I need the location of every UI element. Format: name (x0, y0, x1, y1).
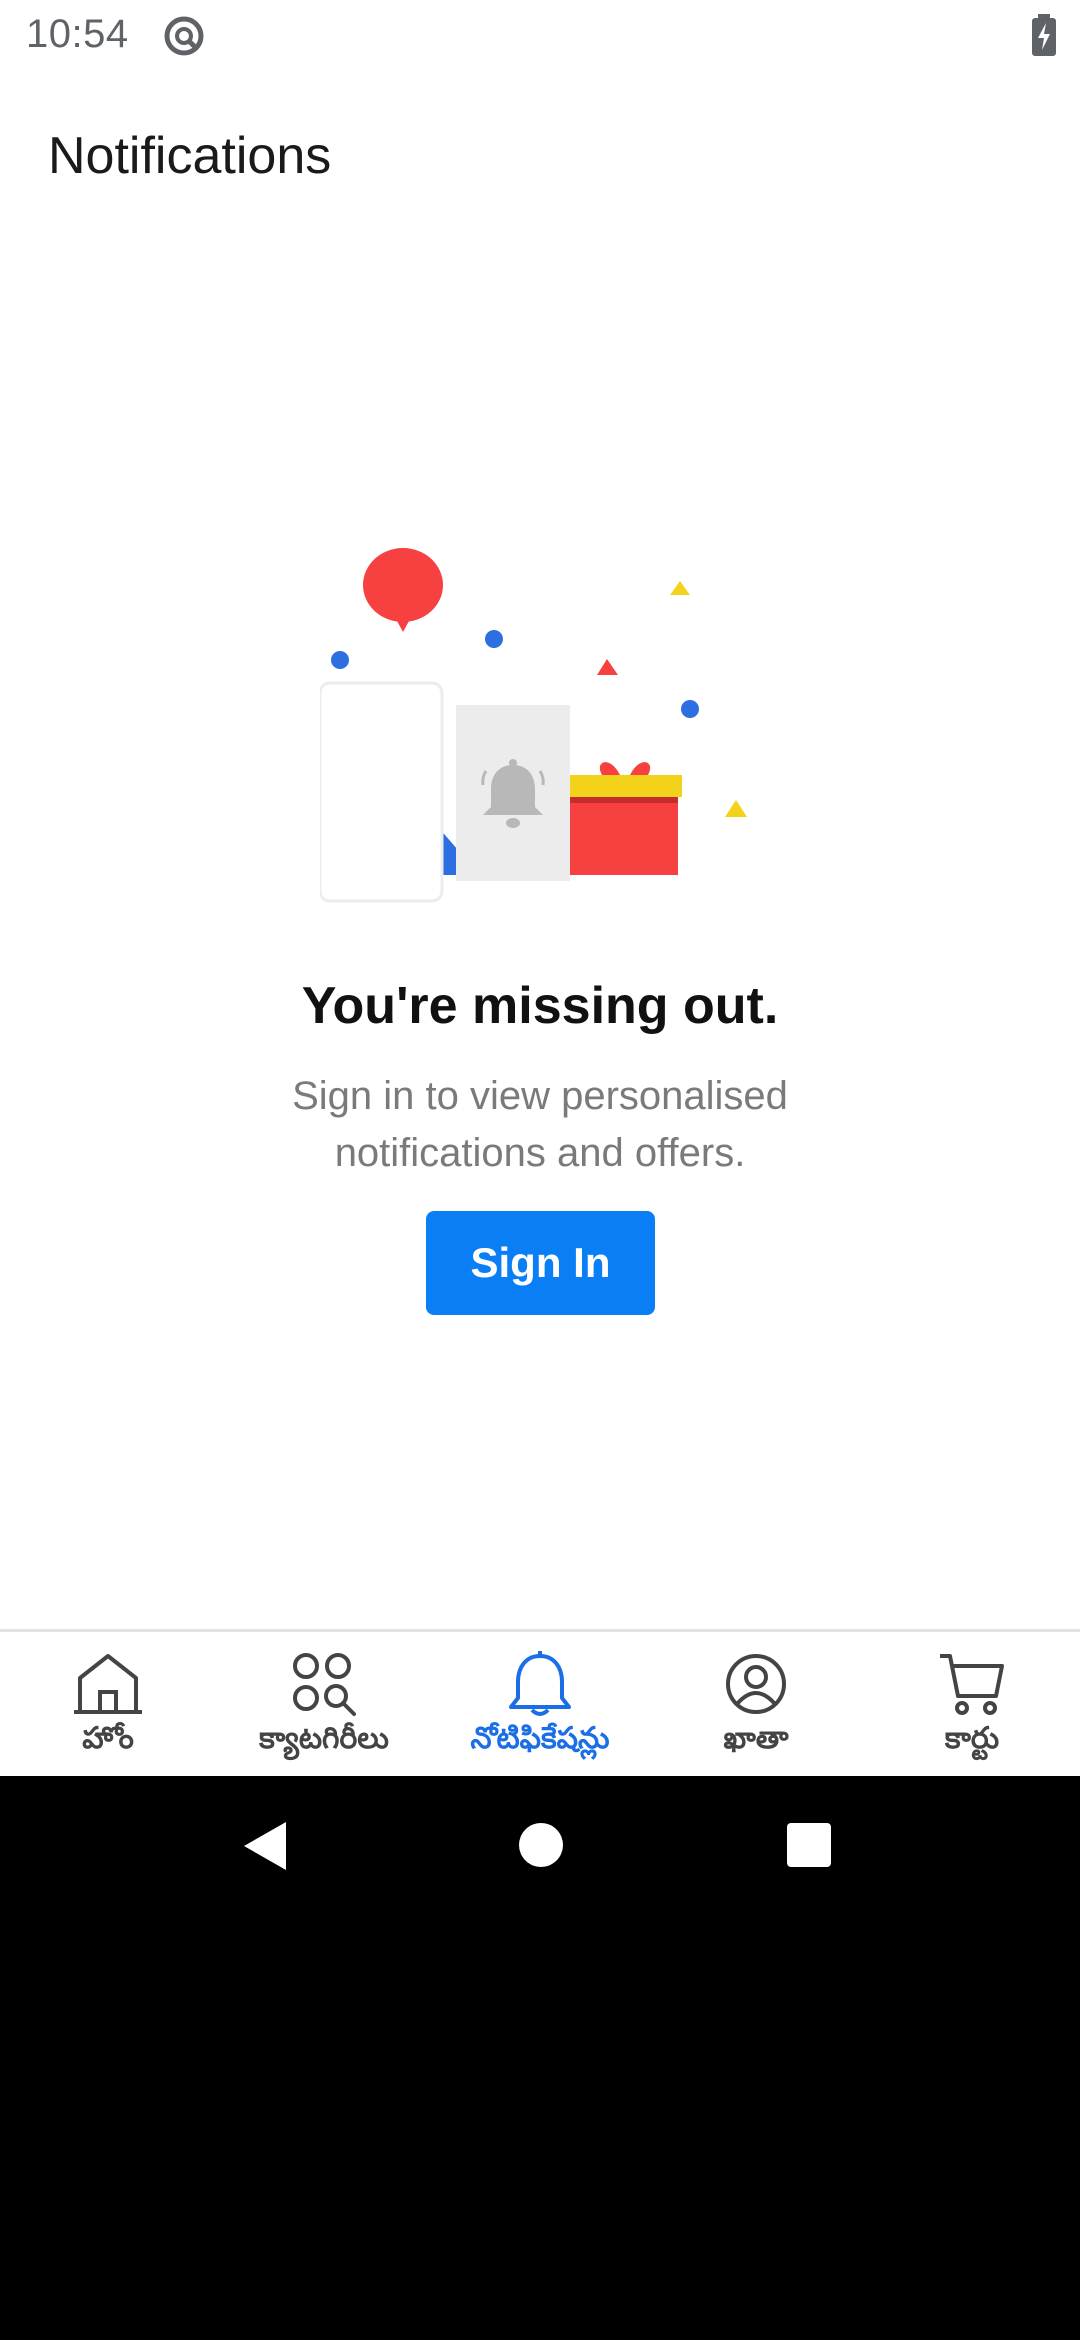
nav-label-cart: కార్టు (944, 1722, 1000, 1755)
notifications-screen: 10:54 Notifications % (0, 0, 1080, 1776)
cart-icon (940, 1654, 1004, 1715)
empty-state-title: You're missing out. (301, 977, 779, 1035)
system-navigation-bar (0, 1776, 1080, 1916)
back-icon[interactable] (242, 1820, 288, 1872)
missing-notifications-illustration: % (320, 548, 747, 903)
nav-item-account[interactable]: ఖాతా (648, 1632, 864, 1779)
status-bar: 10:54 (0, 0, 1080, 72)
nav-label-home: హోం (82, 1722, 134, 1755)
account-icon (726, 1654, 786, 1714)
nav-label-notifications: నోటిఫికేషన్లు (470, 1722, 610, 1755)
home-circle-icon[interactable] (518, 1822, 564, 1868)
sign-in-button[interactable]: Sign In (426, 1211, 655, 1315)
nav-item-cart[interactable]: కార్టు (864, 1632, 1080, 1779)
nav-item-notifications[interactable]: నోటిఫికేషన్లు (432, 1632, 648, 1779)
categories-icon (293, 1653, 356, 1716)
page-title: Notifications (48, 127, 332, 185)
bell-icon (509, 1651, 571, 1716)
bottom-navigation: హోం క్యాటగిరీలు నోటిఫికేషన్లు ఖాతా కార్ట… (0, 1629, 1080, 1776)
nav-label-categories: క్యాటగిరీలు (259, 1722, 389, 1755)
app-notification-icon (164, 16, 204, 56)
recents-icon[interactable] (786, 1822, 832, 1868)
nav-label-account: ఖాతా (723, 1722, 789, 1755)
empty-state-description: Sign in to view personalised notificatio… (292, 1074, 788, 1175)
nav-item-categories[interactable]: క్యాటగిరీలు (216, 1632, 432, 1779)
battery-charging-icon (1032, 14, 1056, 56)
nav-item-home[interactable]: హోం (0, 1632, 216, 1779)
status-time: 10:54 (26, 12, 129, 56)
home-icon (74, 1654, 142, 1714)
